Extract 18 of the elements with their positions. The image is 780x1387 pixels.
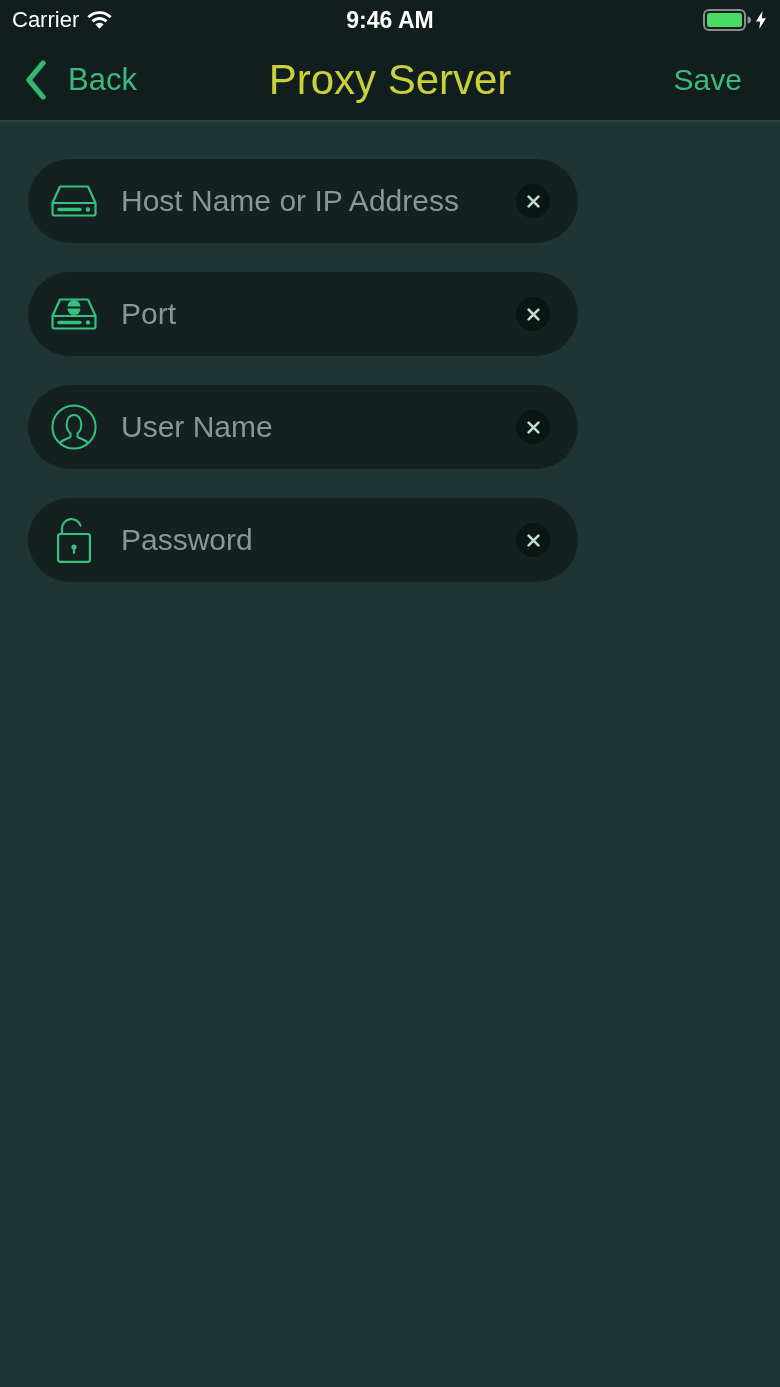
text-field[interactable]: Host Name or IP Address <box>28 159 578 243</box>
close-icon <box>526 420 540 434</box>
screen-title: Proxy Server <box>268 56 512 104</box>
battery-icon <box>703 9 751 31</box>
wifi-icon <box>87 11 113 29</box>
hard-drive-icon <box>50 185 97 217</box>
text-field[interactable]: Password <box>28 498 578 582</box>
save-button[interactable]: Save <box>673 63 742 97</box>
padlock-icon <box>56 517 91 563</box>
back-button[interactable]: Back <box>22 60 137 100</box>
text-field[interactable]: User Name <box>28 385 578 469</box>
close-icon <box>526 307 540 321</box>
close-icon <box>526 533 540 547</box>
status-time: 9:46 AM <box>346 6 434 34</box>
carrier-name: Carrier <box>12 7 80 33</box>
text-field[interactable]: Port <box>28 272 578 356</box>
close-icon <box>526 194 540 208</box>
user-icon <box>50 404 97 450</box>
